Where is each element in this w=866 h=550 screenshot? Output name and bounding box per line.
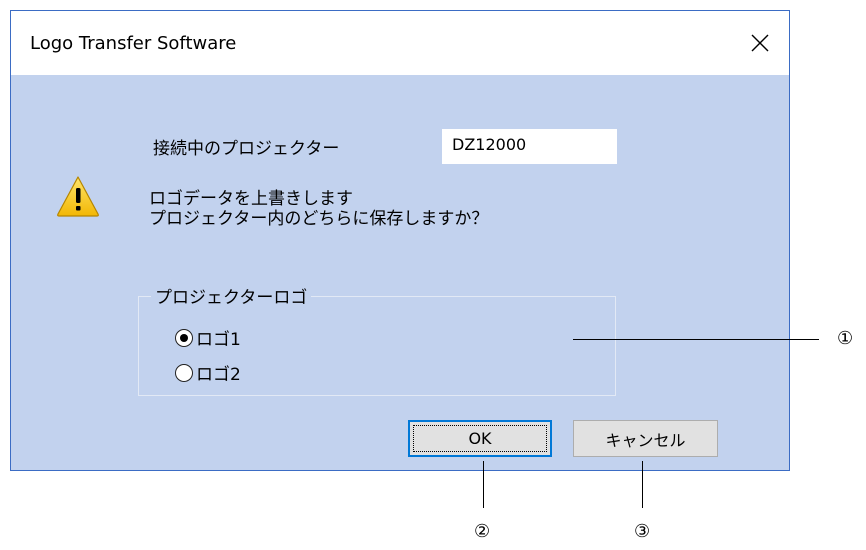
window-title: Logo Transfer Software <box>30 33 237 54</box>
radio-logo1-label: ロゴ1 <box>196 330 241 350</box>
callout-line-3 <box>642 461 643 508</box>
callout-line-1 <box>573 339 819 340</box>
message-line-2: プロジェクター内のどちらに保存しますか？ <box>149 209 489 229</box>
radio-selected-dot <box>180 333 188 342</box>
projector-model-field: DZ12000 <box>442 129 617 164</box>
cancel-button[interactable]: キャンセル <box>573 420 718 457</box>
radio-button[interactable] <box>175 363 193 382</box>
group-label: プロジェクターロゴ <box>151 283 312 308</box>
title-bar: Logo Transfer Software <box>11 11 789 75</box>
dialog-window: Logo Transfer Software 接続中のプロジェクター DZ120… <box>10 10 790 471</box>
radio-logo2-label: ロゴ2 <box>196 365 241 385</box>
radio-logo2[interactable]: ロゴ2 <box>175 360 241 385</box>
dialog-body: 接続中のプロジェクター DZ12000 ロゴデータを上書きします プロジェクター… <box>11 75 789 470</box>
close-button[interactable] <box>731 11 789 75</box>
cancel-button-label: キャンセル <box>605 430 686 450</box>
ok-button[interactable]: OK <box>408 420 552 457</box>
close-icon <box>751 34 769 52</box>
focus-rect <box>413 425 547 452</box>
callout-line-2 <box>483 461 484 508</box>
callout-number-3: ③ <box>634 521 651 542</box>
radio-logo1[interactable]: ロゴ1 <box>175 325 241 350</box>
projector-label: 接続中のプロジェクター <box>153 139 340 159</box>
radio-button[interactable] <box>175 328 193 347</box>
callout-number-1: ① <box>837 328 854 349</box>
warning-icon <box>57 176 99 217</box>
callout-number-2: ② <box>474 521 491 542</box>
